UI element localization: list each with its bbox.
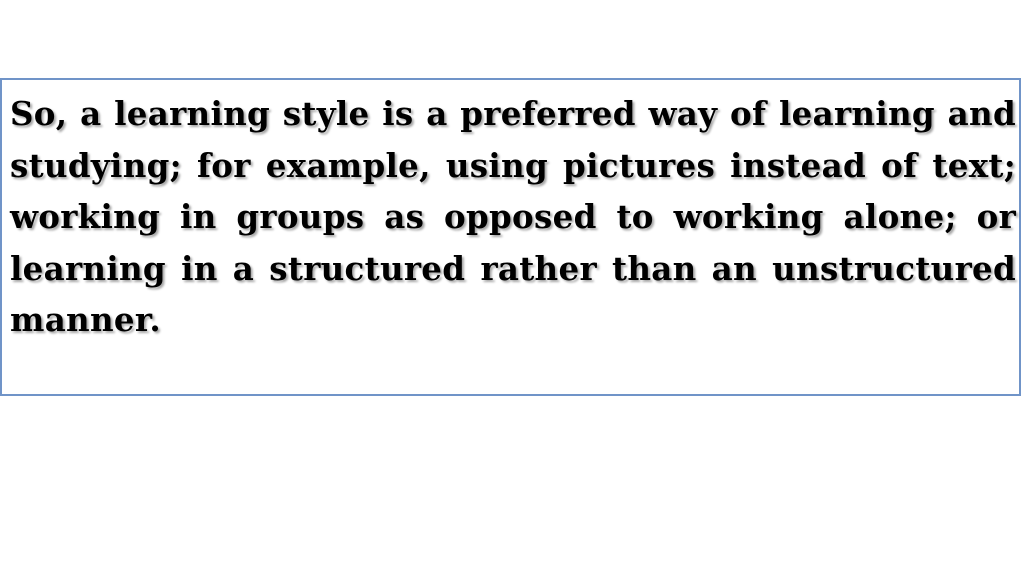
definition-paragraph: So, a learning style is a preferred way … bbox=[10, 94, 1016, 339]
